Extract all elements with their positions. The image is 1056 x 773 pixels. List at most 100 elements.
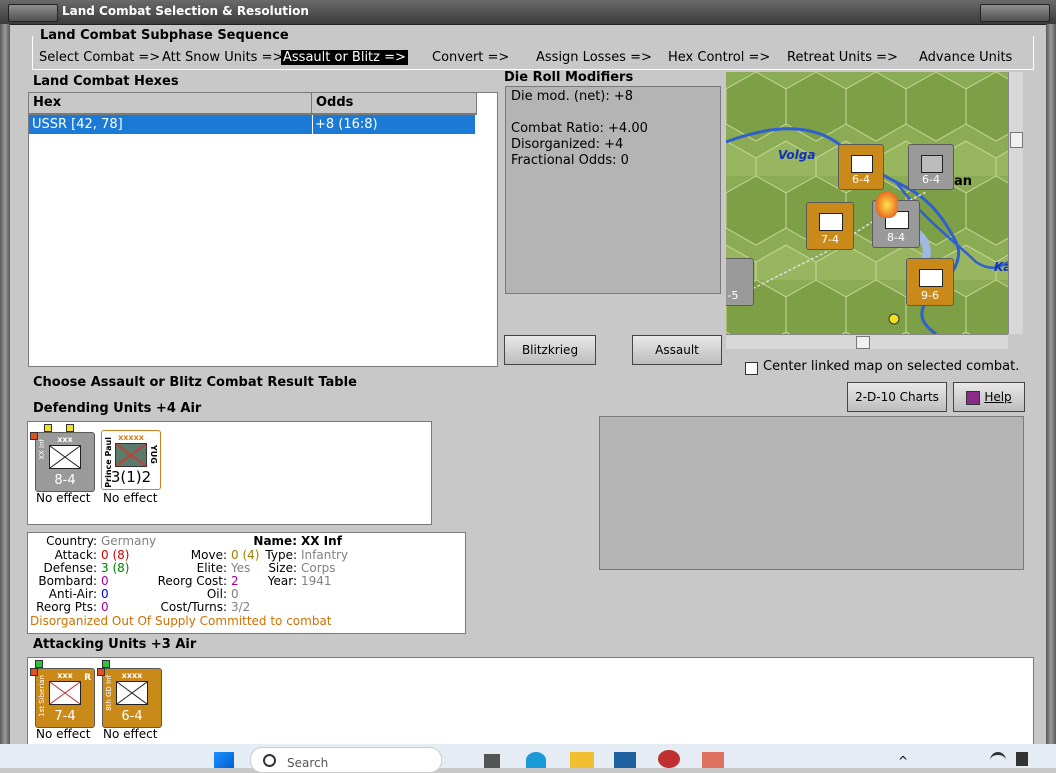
mod-fractional: Fractional Odds: 0	[511, 153, 629, 168]
mod-combat-ratio: Combat Ratio: +4.00	[511, 121, 648, 136]
center-map-checkbox[interactable]	[745, 362, 758, 375]
defender-effect: No effect	[36, 491, 91, 505]
bombard-label: Bombard:	[38, 574, 97, 588]
choose-crt-label: Choose Assault or Blitz Combat Result Ta…	[33, 375, 357, 390]
modifiers-panel: Die mod. (net): +8 Combat Ratio: +4.00 D…	[505, 86, 721, 294]
left-frame	[0, 24, 10, 744]
name-label: Name:	[253, 534, 297, 548]
seq-hex-control[interactable]: Hex Control =>	[668, 50, 770, 65]
map-counter[interactable]: 9-6	[906, 258, 954, 306]
attacker-counter[interactable]: xxxx 8th GD Inf 6-4	[102, 668, 162, 728]
attacker-strength: 6-4	[121, 709, 143, 724]
map-horizontal-scrollbar[interactable]	[726, 334, 1008, 349]
seq-advance-units[interactable]: Advance Units	[919, 50, 1012, 65]
app-icon[interactable]	[702, 752, 724, 768]
file-explorer-icon[interactable]	[570, 752, 594, 768]
edge-icon[interactable]	[526, 752, 546, 768]
year-label: Year:	[267, 574, 297, 588]
volume-icon[interactable]	[1016, 752, 1028, 766]
map-counter[interactable]: 6-4	[838, 144, 884, 190]
app-icon[interactable]	[614, 752, 636, 768]
attacker-unit-name: 8th GD Inf	[105, 675, 113, 711]
mod-disorganized: Disorganized: +4	[511, 137, 624, 152]
close-button[interactable]	[980, 4, 1050, 22]
defense-value: 3	[101, 561, 109, 575]
taskbar-search[interactable]: Search	[250, 747, 442, 773]
mod-net: Die mod. (net): +8	[511, 89, 634, 104]
blitzkrieg-button[interactable]: Blitzkrieg	[504, 335, 596, 365]
type-value: Infantry	[301, 548, 349, 562]
defending-heading: Defending Units +4 Air	[33, 401, 202, 416]
year-value: 1941	[301, 574, 332, 588]
table-row[interactable]: USSR [42, 78] +8 (16:8)	[29, 115, 475, 134]
attacker-effect: No effect	[36, 727, 91, 741]
col-odds[interactable]: Odds	[312, 93, 477, 115]
seq-assign-losses[interactable]: Assign Losses =>	[536, 50, 652, 65]
defender-counter[interactable]: xxxxx Prince Paul YUG 3(1)2	[101, 430, 161, 490]
reorgcost-label: Reorg Cost:	[157, 574, 227, 588]
help-label: Help	[984, 390, 1012, 404]
cell-odds: +8 (16:8)	[315, 117, 378, 132]
attacking-heading: Attacking Units +3 Air	[33, 637, 197, 652]
seq-assault-or-blitz[interactable]: Assault or Blitz =>	[281, 50, 408, 65]
antiair-label: Anti-Air:	[48, 587, 97, 601]
combat-result-panel	[599, 416, 1024, 570]
attacker-counter[interactable]: xxx 1st Siberian R 7-4	[35, 668, 95, 728]
costturns-label: Cost/Turns:	[160, 600, 227, 614]
attacking-units-panel	[27, 657, 1034, 749]
defense-label: Defense:	[43, 561, 97, 575]
oil-label: Oil:	[206, 587, 227, 601]
hexes-heading: Land Combat Hexes	[33, 74, 179, 89]
defender-strength: 3(1)2	[110, 468, 152, 486]
map-counter[interactable]: 7-4	[806, 202, 854, 250]
assault-button[interactable]: Assault	[632, 335, 722, 365]
search-icon	[263, 754, 276, 767]
task-view-icon[interactable]	[484, 754, 500, 768]
system-menu-button[interactable]	[8, 4, 58, 22]
unit-status: Disorganized Out Of Supply Committed to …	[30, 614, 332, 628]
chevron-up-icon[interactable]: ^	[898, 754, 908, 768]
hexes-table[interactable]: Hex Odds USSR [42, 78] +8 (16:8)	[28, 92, 498, 367]
right-frame	[1046, 24, 1056, 744]
attack-value: 0	[101, 548, 109, 562]
defender-strength: 8-4	[54, 473, 76, 488]
map-hscroll-thumb[interactable]	[856, 336, 870, 349]
attacker-effect: No effect	[103, 727, 158, 741]
wifi-icon[interactable]	[990, 752, 1006, 769]
map-counter[interactable]: -5	[726, 258, 754, 306]
seq-convert[interactable]: Convert =>	[432, 50, 509, 65]
combat-explosion-icon	[876, 192, 898, 218]
charts-button[interactable]: 2-D-10 Charts	[847, 382, 947, 412]
map-counter[interactable]: 6-4	[908, 144, 954, 190]
defender-counter[interactable]: xxx XX Inf 8-4	[35, 432, 95, 492]
name-value: XX Inf	[301, 534, 342, 548]
map-label-volga: Volga	[778, 148, 816, 162]
size-value: Corps	[301, 561, 336, 575]
map-vertical-scrollbar[interactable]	[1008, 72, 1023, 334]
window-title: Land Combat Selection & Resolution	[62, 4, 309, 18]
windows-start-icon[interactable]	[214, 752, 234, 768]
move-label: Move:	[190, 548, 227, 562]
bombard-value: 0	[101, 574, 109, 588]
taskbar: Search ^	[0, 744, 1056, 773]
antiair-value: 0	[101, 587, 109, 601]
help-button[interactable]: Help	[953, 382, 1025, 412]
map-vscroll-thumb[interactable]	[1010, 132, 1023, 148]
reorgcost-value: 2	[231, 574, 239, 588]
elite-label: Elite:	[196, 561, 227, 575]
game-icon[interactable]	[658, 750, 680, 768]
linked-map[interactable]: Volga an Ka 6-4 6-4 7-4 8-4 9-6 -5	[726, 72, 1008, 334]
seq-att-snow-units[interactable]: Att Snow Units =>	[162, 50, 283, 65]
col-hex[interactable]: Hex	[29, 93, 312, 115]
seq-retreat-units[interactable]: Retreat Units =>	[787, 50, 898, 65]
oil-value: 0	[231, 587, 239, 601]
defender-unit-name: XX Inf	[38, 439, 46, 460]
book-icon	[966, 390, 981, 405]
map-label-ka: Ka	[994, 260, 1008, 274]
defender-nation: YUG	[149, 445, 158, 464]
center-map-label: Center linked map on selected combat.	[763, 359, 1020, 374]
defender-effect: No effect	[103, 491, 158, 505]
map-label-city: an	[954, 174, 973, 189]
country-label: Country:	[46, 534, 97, 548]
seq-select-combat[interactable]: Select Combat =>	[39, 50, 160, 65]
